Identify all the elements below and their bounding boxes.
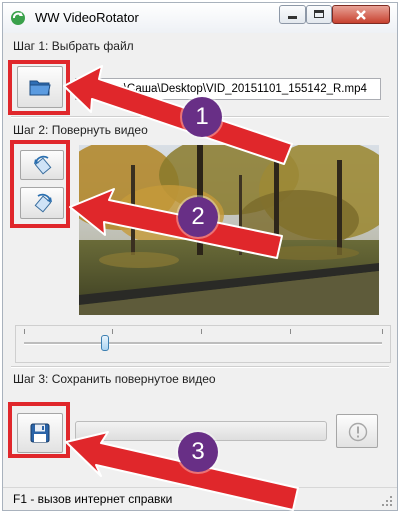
maximize-icon bbox=[314, 10, 324, 18]
annotation-badge-3: 3 bbox=[178, 432, 218, 472]
slider-thumb[interactable] bbox=[100, 335, 109, 351]
maximize-button[interactable] bbox=[306, 5, 332, 24]
minimize-icon bbox=[288, 16, 297, 19]
highlight-box-1 bbox=[8, 60, 70, 115]
close-button[interactable] bbox=[332, 5, 390, 24]
slider-tick bbox=[201, 329, 202, 334]
app-icon bbox=[11, 11, 25, 25]
resize-grip-icon[interactable] bbox=[381, 495, 393, 507]
slider-tick bbox=[112, 329, 113, 334]
video-preview bbox=[79, 145, 379, 315]
slider-tick bbox=[290, 329, 291, 334]
highlight-box-2 bbox=[10, 140, 70, 228]
status-text: F1 - вызов интернет справки bbox=[13, 492, 173, 506]
separator bbox=[11, 366, 389, 368]
close-icon bbox=[356, 10, 366, 20]
step3-label: Шаг 3: Сохранить повернутое видео bbox=[13, 372, 216, 386]
annotation-badge-2: 2 bbox=[178, 197, 218, 237]
status-bar: F1 - вызов интернет справки bbox=[3, 487, 397, 510]
slider-track bbox=[24, 342, 382, 345]
minimize-button[interactable] bbox=[279, 5, 306, 24]
position-slider[interactable] bbox=[15, 325, 391, 363]
info-button[interactable] bbox=[336, 414, 378, 448]
step2-label: Шаг 2: Повернуть видео bbox=[13, 123, 148, 137]
file-path-field[interactable]: C:\Users\Саша\Desktop\VID_20151101_15514… bbox=[75, 78, 381, 100]
slider-tick bbox=[24, 329, 25, 334]
highlight-box-3 bbox=[8, 402, 70, 458]
window-title: WW VideoRotator bbox=[35, 10, 139, 25]
annotation-badge-1: 1 bbox=[182, 97, 222, 137]
exclamation-icon bbox=[348, 422, 368, 442]
title-bar: WW VideoRotator bbox=[3, 3, 397, 33]
slider-tick bbox=[382, 329, 383, 334]
step1-label: Шаг 1: Выбрать файл bbox=[13, 39, 134, 53]
